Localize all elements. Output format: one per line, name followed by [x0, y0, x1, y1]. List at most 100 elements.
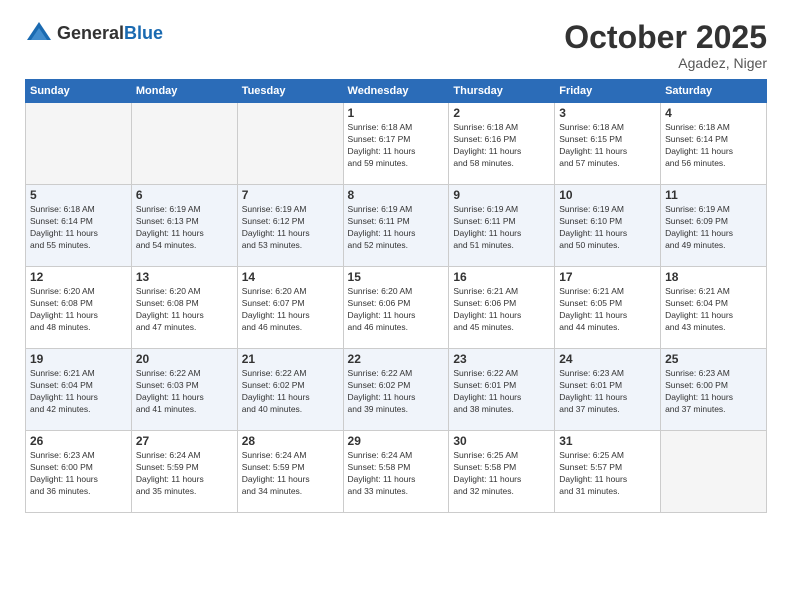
day-info: Sunrise: 6:22 AM Sunset: 6:01 PM Dayligh… — [453, 368, 550, 416]
day-number: 22 — [348, 352, 445, 366]
calendar-week-row: 1 Sunrise: 6:18 AM Sunset: 6:17 PM Daylig… — [26, 103, 767, 185]
logo-icon — [25, 20, 53, 48]
calendar: Sunday Monday Tuesday Wednesday Thursday… — [25, 79, 767, 513]
table-row: 2 Sunrise: 6:18 AM Sunset: 6:16 PM Daylig… — [449, 103, 555, 185]
day-info: Sunrise: 6:22 AM Sunset: 6:02 PM Dayligh… — [348, 368, 445, 416]
day-info: Sunrise: 6:19 AM Sunset: 6:12 PM Dayligh… — [242, 204, 339, 252]
day-info: Sunrise: 6:22 AM Sunset: 6:02 PM Dayligh… — [242, 368, 339, 416]
logo-general-text: General — [57, 23, 124, 43]
day-info: Sunrise: 6:18 AM Sunset: 6:14 PM Dayligh… — [30, 204, 127, 252]
day-info: Sunrise: 6:23 AM Sunset: 6:00 PM Dayligh… — [30, 450, 127, 498]
day-info: Sunrise: 6:20 AM Sunset: 6:08 PM Dayligh… — [30, 286, 127, 334]
day-number: 6 — [136, 188, 233, 202]
day-number: 31 — [559, 434, 656, 448]
day-number: 1 — [348, 106, 445, 120]
day-number: 17 — [559, 270, 656, 284]
table-row: 9 Sunrise: 6:19 AM Sunset: 6:11 PM Daylig… — [449, 185, 555, 267]
day-info: Sunrise: 6:18 AM Sunset: 6:14 PM Dayligh… — [665, 122, 762, 170]
table-row: 25Sunrise: 6:23 AM Sunset: 6:00 PM Dayli… — [661, 349, 767, 431]
day-info: Sunrise: 6:20 AM Sunset: 6:06 PM Dayligh… — [348, 286, 445, 334]
day-info: Sunrise: 6:18 AM Sunset: 6:16 PM Dayligh… — [453, 122, 550, 170]
day-number: 21 — [242, 352, 339, 366]
day-number: 18 — [665, 270, 762, 284]
day-info: Sunrise: 6:18 AM Sunset: 6:17 PM Dayligh… — [348, 122, 445, 170]
day-info: Sunrise: 6:21 AM Sunset: 6:04 PM Dayligh… — [665, 286, 762, 334]
header-friday: Friday — [555, 80, 661, 103]
table-row: 28 Sunrise: 6:24 AM Sunset: 5:59 PM Dayli… — [237, 431, 343, 513]
table-row: 27 Sunrise: 6:24 AM Sunset: 5:59 PM Dayli… — [131, 431, 237, 513]
header-tuesday: Tuesday — [237, 80, 343, 103]
table-row: 12 Sunrise: 6:20 AM Sunset: 6:08 PM Dayli… — [26, 267, 132, 349]
day-info: Sunrise: 6:21 AM Sunset: 6:06 PM Dayligh… — [453, 286, 550, 334]
location: Agadez, Niger — [564, 55, 767, 71]
day-info: Sunrise: 6:19 AM Sunset: 6:11 PM Dayligh… — [348, 204, 445, 252]
month-title: October 2025 — [564, 20, 767, 55]
day-number: 28 — [242, 434, 339, 448]
table-row: 24 Sunrise: 6:23 AM Sunset: 6:01 PM Dayli… — [555, 349, 661, 431]
table-row: 8Sunrise: 6:19 AM Sunset: 6:11 PM Daylig… — [343, 185, 449, 267]
day-number: 25 — [665, 352, 762, 366]
page: GeneralBlue October 2025 Agadez, Niger S… — [0, 0, 792, 612]
table-row: 19 Sunrise: 6:21 AM Sunset: 6:04 PM Dayli… — [26, 349, 132, 431]
day-info: Sunrise: 6:19 AM Sunset: 6:13 PM Dayligh… — [136, 204, 233, 252]
day-info: Sunrise: 6:23 AM Sunset: 6:01 PM Dayligh… — [559, 368, 656, 416]
day-info: Sunrise: 6:19 AM Sunset: 6:09 PM Dayligh… — [665, 204, 762, 252]
table-row: 21 Sunrise: 6:22 AM Sunset: 6:02 PM Dayli… — [237, 349, 343, 431]
table-row: 6 Sunrise: 6:19 AM Sunset: 6:13 PM Daylig… — [131, 185, 237, 267]
day-number: 16 — [453, 270, 550, 284]
day-info: Sunrise: 6:20 AM Sunset: 6:08 PM Dayligh… — [136, 286, 233, 334]
header-saturday: Saturday — [661, 80, 767, 103]
header-wednesday: Wednesday — [343, 80, 449, 103]
day-number: 5 — [30, 188, 127, 202]
header-thursday: Thursday — [449, 80, 555, 103]
day-number: 29 — [348, 434, 445, 448]
day-info: Sunrise: 6:19 AM Sunset: 6:10 PM Dayligh… — [559, 204, 656, 252]
day-number: 27 — [136, 434, 233, 448]
table-row: 15 Sunrise: 6:20 AM Sunset: 6:06 PM Dayli… — [343, 267, 449, 349]
day-info: Sunrise: 6:18 AM Sunset: 6:15 PM Dayligh… — [559, 122, 656, 170]
table-row: 10Sunrise: 6:19 AM Sunset: 6:10 PM Dayli… — [555, 185, 661, 267]
table-row: 16 Sunrise: 6:21 AM Sunset: 6:06 PM Dayli… — [449, 267, 555, 349]
table-row: 1 Sunrise: 6:18 AM Sunset: 6:17 PM Daylig… — [343, 103, 449, 185]
table-row: 3 Sunrise: 6:18 AM Sunset: 6:15 PM Daylig… — [555, 103, 661, 185]
day-number: 12 — [30, 270, 127, 284]
table-row — [26, 103, 132, 185]
day-number: 9 — [453, 188, 550, 202]
table-row: 29Sunrise: 6:24 AM Sunset: 5:58 PM Dayli… — [343, 431, 449, 513]
table-row: 11 Sunrise: 6:19 AM Sunset: 6:09 PM Dayli… — [661, 185, 767, 267]
table-row — [131, 103, 237, 185]
logo-blue-text: Blue — [124, 23, 163, 43]
day-info: Sunrise: 6:22 AM Sunset: 6:03 PM Dayligh… — [136, 368, 233, 416]
table-row: 22 Sunrise: 6:22 AM Sunset: 6:02 PM Dayli… — [343, 349, 449, 431]
day-number: 30 — [453, 434, 550, 448]
day-info: Sunrise: 6:24 AM Sunset: 5:59 PM Dayligh… — [242, 450, 339, 498]
day-number: 20 — [136, 352, 233, 366]
day-number: 26 — [30, 434, 127, 448]
calendar-week-row: 5 Sunrise: 6:18 AM Sunset: 6:14 PM Daylig… — [26, 185, 767, 267]
day-number: 7 — [242, 188, 339, 202]
day-info: Sunrise: 6:19 AM Sunset: 6:11 PM Dayligh… — [453, 204, 550, 252]
table-row — [661, 431, 767, 513]
day-number: 11 — [665, 188, 762, 202]
day-number: 15 — [348, 270, 445, 284]
day-info: Sunrise: 6:20 AM Sunset: 6:07 PM Dayligh… — [242, 286, 339, 334]
table-row: 17Sunrise: 6:21 AM Sunset: 6:05 PM Dayli… — [555, 267, 661, 349]
day-number: 19 — [30, 352, 127, 366]
day-number: 3 — [559, 106, 656, 120]
day-number: 23 — [453, 352, 550, 366]
table-row: 14Sunrise: 6:20 AM Sunset: 6:07 PM Dayli… — [237, 267, 343, 349]
table-row: 26 Sunrise: 6:23 AM Sunset: 6:00 PM Dayli… — [26, 431, 132, 513]
day-number: 2 — [453, 106, 550, 120]
calendar-week-row: 12 Sunrise: 6:20 AM Sunset: 6:08 PM Dayli… — [26, 267, 767, 349]
day-info: Sunrise: 6:24 AM Sunset: 5:59 PM Dayligh… — [136, 450, 233, 498]
table-row: 5 Sunrise: 6:18 AM Sunset: 6:14 PM Daylig… — [26, 185, 132, 267]
table-row: 4Sunrise: 6:18 AM Sunset: 6:14 PM Daylig… — [661, 103, 767, 185]
calendar-week-row: 26 Sunrise: 6:23 AM Sunset: 6:00 PM Dayli… — [26, 431, 767, 513]
day-info: Sunrise: 6:25 AM Sunset: 5:57 PM Dayligh… — [559, 450, 656, 498]
day-info: Sunrise: 6:21 AM Sunset: 6:04 PM Dayligh… — [30, 368, 127, 416]
day-number: 24 — [559, 352, 656, 366]
table-row — [237, 103, 343, 185]
weekday-header-row: Sunday Monday Tuesday Wednesday Thursday… — [26, 80, 767, 103]
day-info: Sunrise: 6:25 AM Sunset: 5:58 PM Dayligh… — [453, 450, 550, 498]
header: GeneralBlue October 2025 Agadez, Niger — [25, 20, 767, 71]
